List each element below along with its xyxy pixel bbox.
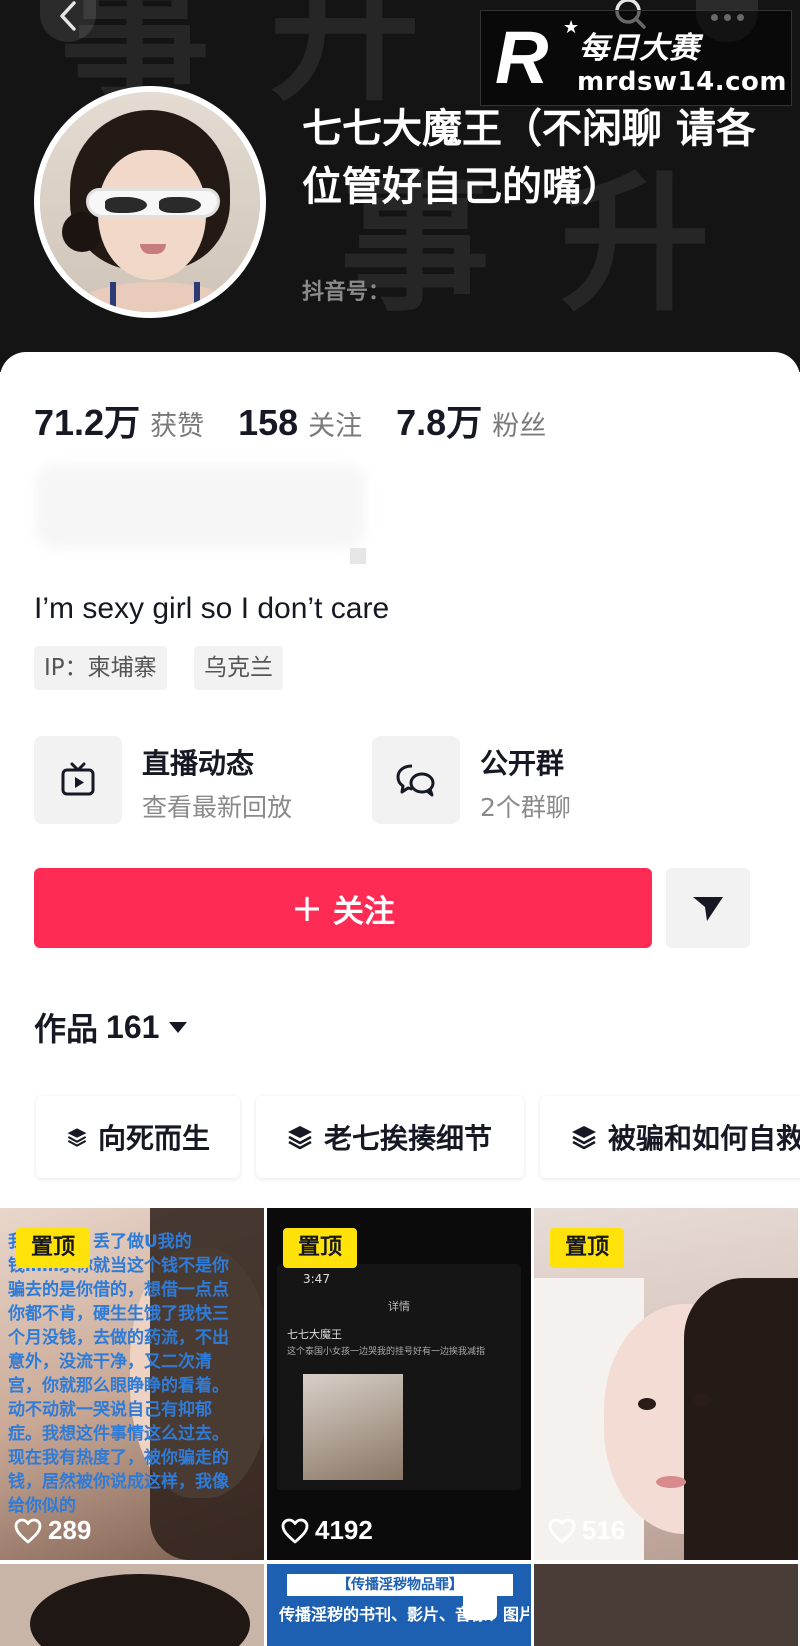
public-group-subtitle: 2个群聊 [480,793,571,822]
pinned-badge: 置顶 [550,1228,624,1268]
collection-label: 向死而生 [97,1122,210,1155]
like-count: 289 [48,1515,92,1545]
douyin-id[interactable]: 抖音号： [302,274,390,306]
like-count: 516 [582,1515,626,1545]
video-thumbnail [684,1278,798,1560]
profile-header: 事 升 事 升 R ★ 每日大赛 mrdsw14.com 七七大魔王（不闲聊 请… [0,0,800,372]
like-count: 4192 [315,1515,373,1545]
screen-header: 详情 [388,1300,410,1313]
live-replay-entry[interactable]: 直播动态 查看最新回放 [34,736,334,826]
live-replay-subtitle: 查看最新回放 [142,793,293,822]
collection-chip[interactable]: 向死而生 [36,1096,240,1178]
layers-icon [572,1126,596,1150]
video-tile[interactable]: 【传播淫秽物品罪】 传播淫秽的书刊、影片、音像、图片或者其他淫秽物品，情节严重的… [267,1564,531,1646]
location-tag: 乌克兰 [194,646,283,690]
heart-icon [281,1518,309,1543]
collection-chip[interactable]: 被骗和如何自救 [540,1096,800,1178]
video-thumbnail [30,1574,250,1646]
heart-icon [14,1518,42,1543]
follow-button[interactable]: + 关注 [34,868,652,948]
heart-icon [548,1518,576,1543]
watermark-logo: R [495,16,549,99]
video-tile[interactable]: 3:47 详情 七七大魔王 这个泰国小女孩一边哭我的挂号好有一边挨我减指 置顶 … [267,1208,531,1560]
live-replay-title: 直播动态 [142,747,255,780]
chat-bubbles-icon [372,736,460,824]
chevron-left-icon [60,1,76,31]
blurred-region [36,464,366,548]
pinned-badge: 置顶 [16,1228,90,1268]
works-count: 161 [106,1008,160,1045]
caret-down-icon [169,1021,188,1033]
pinned-badge: 置顶 [283,1228,357,1268]
profile-card: 71.2万 获赞 158 关注 7.8万 粉丝 I’m sexy girl so… [0,352,800,1212]
profile-name: 七七大魔王（不闲聊 请各位管好自己的嘴） [302,106,756,210]
followers-label[interactable]: 粉丝 [492,404,546,443]
screen-time: 3:47 [303,1272,330,1286]
tv-icon [34,736,122,824]
screen-username: 七七大魔王 [287,1328,342,1341]
ip-location-tag: IP：柬埔寨 [34,646,167,690]
plus-icon: + [291,886,323,930]
video-tile[interactable]: 我本出来，丢了做U我的钱……求你就当这个钱不是你骗去的是你借的，想借一点点你都不… [0,1208,264,1560]
screen-image [303,1374,403,1480]
layers-icon [288,1126,312,1150]
follow-label: 关注 [332,893,395,930]
send-arrow-icon [693,897,723,921]
public-group-title: 公开群 [480,747,565,780]
site-watermark: R ★ 每日大赛 mrdsw14.com [480,10,792,106]
blurred-region [350,548,366,564]
public-group-entry[interactable]: 公开群 2个群聊 [372,736,672,826]
watermark-url: mrdsw14.com [577,67,787,97]
video-likes: 4192 [281,1515,373,1546]
following-label[interactable]: 关注 [308,404,362,443]
video-tile[interactable] [0,1564,264,1646]
likes-label[interactable]: 获赞 [150,404,204,443]
message-button[interactable] [666,868,750,948]
video-thumbnail [463,1586,497,1620]
screen-text: 这个泰国小女孩一边哭我的挂号好有一边挨我减指 [287,1347,486,1357]
works-tab[interactable]: 作品 161 [34,1004,188,1050]
star-icon: ★ [563,17,580,38]
works-label: 作品 [34,1010,99,1048]
video-tile[interactable] [534,1564,798,1646]
video-tile[interactable]: 置顶 516 [534,1208,798,1560]
collection-label: 被骗和如何自救 [608,1122,800,1155]
avatar[interactable] [34,86,266,318]
bio-text: I’m sexy girl so I don’t care [34,592,390,625]
likes-count[interactable]: 71.2万 [34,394,140,446]
collection-label: 老七挨揍细节 [324,1122,493,1155]
watermark-brand: 每日大赛 [579,31,699,66]
video-likes: 516 [548,1515,625,1546]
stats-row: 71.2万 获赞 158 关注 7.8万 粉丝 [34,394,580,446]
layers-icon [67,1128,87,1147]
collection-chip[interactable]: 老七挨揍细节 [256,1096,524,1178]
following-count[interactable]: 158 [238,402,298,444]
video-overlay-text: 我本出来，丢了做U我的钱……求你就当这个钱不是你骗去的是你借的，想借一点点你都不… [8,1232,229,1516]
video-thumbnail: 3:47 详情 七七大魔王 这个泰国小女孩一边哭我的挂号好有一边挨我减指 [277,1264,521,1490]
followers-count[interactable]: 7.8万 [396,394,482,446]
background-pattern: 升 [270,0,421,122]
video-likes: 289 [14,1515,91,1546]
